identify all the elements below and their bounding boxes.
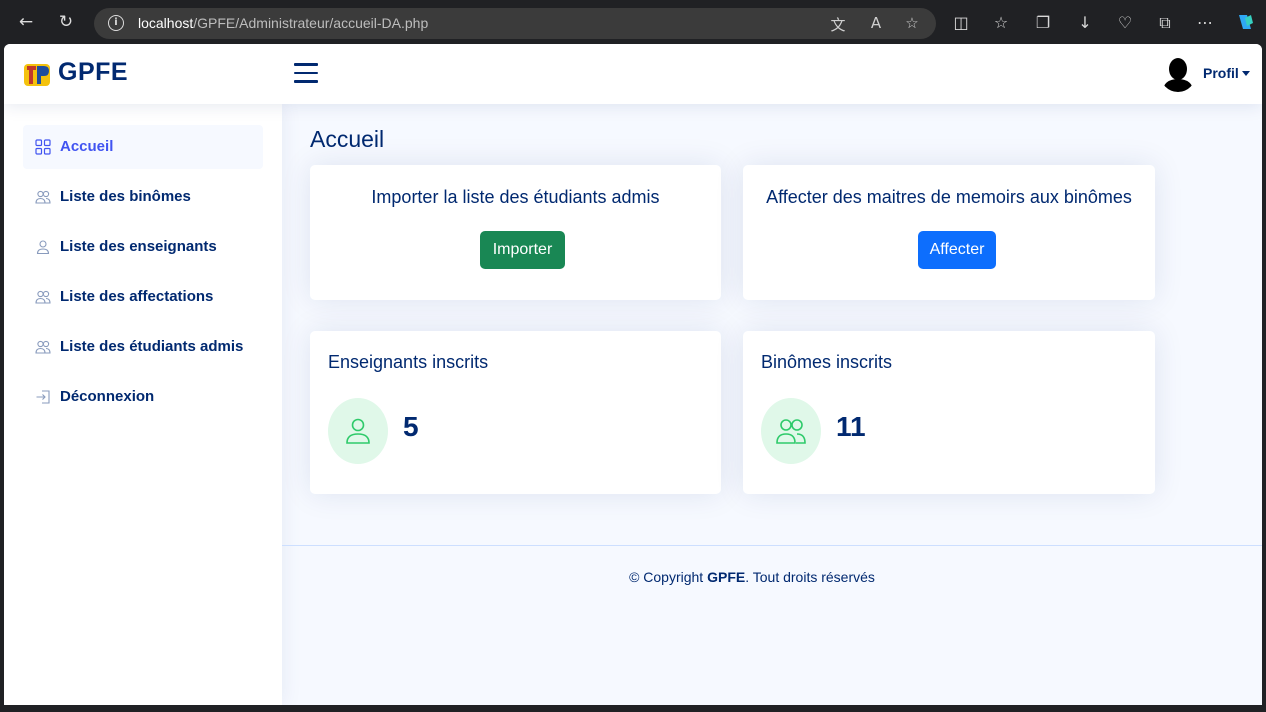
sidebar-item-affectations[interactable]: Liste des affectations	[23, 275, 263, 319]
sidebar-item-accueil[interactable]: Accueil	[23, 125, 263, 169]
pairs-count: 11	[836, 411, 866, 442]
teachers-stat-title: Enseignants inscrits	[328, 352, 489, 372]
footer: © Copyright GPFE. Tout droits réservés	[629, 569, 875, 585]
favorites-icon[interactable]: ☆	[990, 12, 1012, 34]
back-icon[interactable]: ←	[14, 10, 38, 34]
copilot-icon[interactable]	[1234, 12, 1256, 34]
pairs-stat-card: Binômes inscrits 11	[743, 331, 1155, 494]
sidebar-item-label: Accueil	[60, 138, 114, 155]
import-card-title: Importer la liste des étudiants admis	[371, 187, 660, 207]
browser-chrome: ← ↻ i localhost/GPFE/Administrateur/accu…	[0, 0, 1266, 44]
sidebar-item-enseignants[interactable]: Liste des enseignants	[23, 225, 263, 269]
stat-icon-circle	[328, 398, 388, 464]
caret-down-icon	[1241, 71, 1250, 76]
split-screen-icon[interactable]: ◫	[950, 12, 972, 34]
people-icon	[35, 190, 51, 204]
web-page: GPFE Profil Accueil Liste des binômes Li…	[4, 44, 1262, 705]
person-icon	[346, 418, 370, 444]
menu-toggle-icon[interactable]	[294, 63, 318, 85]
sidebar-item-label: Liste des binômes	[60, 188, 191, 205]
extensions-icon[interactable]: ⧉	[1154, 12, 1176, 34]
sidebar-item-deconnexion[interactable]: Déconnexion	[23, 375, 263, 419]
url-text[interactable]: localhost/GPFE/Administrateur/accueil-DA…	[138, 15, 428, 31]
site-info-icon[interactable]: i	[108, 15, 124, 31]
logo-icon	[24, 64, 50, 86]
top-header: GPFE Profil	[4, 44, 1262, 104]
import-button[interactable]: Importer	[480, 231, 565, 269]
collections-icon[interactable]: ❐	[1032, 12, 1054, 34]
stat-icon-circle	[761, 398, 821, 464]
more-icon[interactable]: ⋯	[1194, 12, 1216, 34]
grid-icon	[35, 139, 51, 155]
sidebar-item-etudiants-admis[interactable]: Liste des étudiants admis	[23, 325, 263, 369]
assign-card-title: Affecter des maitres de memoirs aux binô…	[766, 187, 1132, 207]
address-bar[interactable]: i localhost/GPFE/Administrateur/accueil-…	[94, 8, 936, 39]
assign-button[interactable]: Affecter	[918, 231, 996, 269]
main-content: Accueil Importer la liste des étudiants …	[282, 104, 1262, 705]
profile-dropdown[interactable]: Profil	[1203, 65, 1250, 81]
people-icon	[35, 340, 51, 354]
teachers-count: 5	[403, 411, 419, 442]
favorite-star-icon[interactable]: ☆	[902, 14, 922, 32]
pairs-stat-title: Binômes inscrits	[761, 352, 893, 372]
teachers-stat-card: Enseignants inscrits 5	[310, 331, 721, 494]
sidebar-item-binomes[interactable]: Liste des binômes	[23, 175, 263, 219]
sidebar-item-label: Déconnexion	[60, 388, 155, 405]
people-icon	[776, 419, 806, 444]
health-icon[interactable]: ♡	[1114, 12, 1136, 34]
sidebar-item-label: Liste des étudiants admis	[60, 338, 244, 355]
brand-name[interactable]: GPFE	[58, 58, 128, 87]
read-aloud-icon[interactable]: A	[866, 14, 886, 32]
sidebar-item-label: Liste des enseignants	[60, 238, 217, 255]
import-card: Importer la liste des étudiants admis Im…	[310, 165, 721, 300]
downloads-icon[interactable]: ↓	[1074, 12, 1096, 34]
translate-icon[interactable]: ⽂	[828, 14, 848, 35]
assign-card: Affecter des maitres de memoirs aux binô…	[743, 165, 1155, 300]
logout-icon	[36, 390, 50, 404]
page-title: Accueil	[310, 126, 385, 152]
footer-divider	[282, 545, 1262, 546]
sidebar-item-label: Liste des affectations	[60, 288, 214, 305]
people-icon	[35, 290, 51, 304]
avatar[interactable]	[1160, 55, 1196, 92]
reload-icon[interactable]: ↻	[54, 10, 78, 34]
person-icon	[36, 240, 50, 255]
sidebar: Accueil Liste des binômes Liste des ense…	[4, 104, 282, 705]
